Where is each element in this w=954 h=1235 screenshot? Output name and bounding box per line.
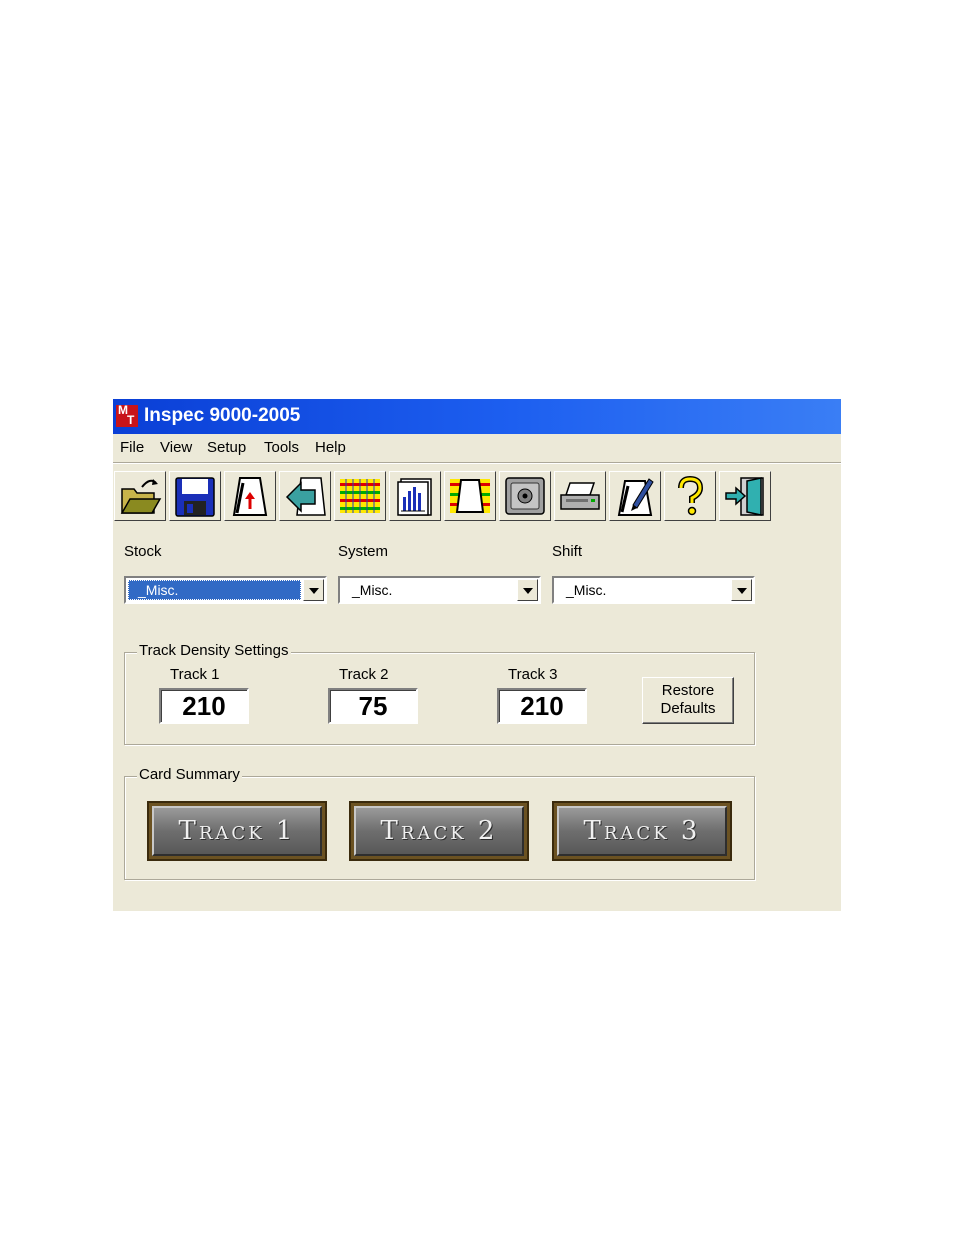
density-grid-button[interactable] (444, 471, 496, 521)
menu-help[interactable]: Help (315, 439, 346, 456)
track1-summary-label: Track 1 (152, 806, 322, 856)
safe-button[interactable] (499, 471, 551, 521)
defaults-label: Defaults (660, 700, 716, 717)
track1-summary-button[interactable]: Track 1 (147, 801, 327, 861)
track3-label: Track 3 (508, 666, 558, 683)
track-grid-icon (340, 479, 380, 513)
track2-density-field[interactable]: 75 (328, 688, 418, 724)
back-arrow-icon (285, 477, 326, 516)
edit-pen-icon (617, 478, 654, 516)
track-upload-icon (232, 477, 268, 516)
stock-dropdown[interactable]: _Misc. (124, 576, 327, 604)
print-button[interactable] (554, 471, 606, 521)
menu-tools[interactable]: Tools (264, 439, 299, 456)
track3-summary-label: Track 3 (557, 806, 727, 856)
system-dropdown[interactable]: _Misc. (338, 576, 541, 604)
shift-dropdown[interactable]: _Misc. (552, 576, 755, 604)
system-value: _Misc. (352, 582, 393, 598)
toolbar (113, 471, 773, 521)
menu-bar: File View Setup Tools Help (113, 434, 841, 462)
stock-label: Stock (124, 543, 162, 560)
menu-view[interactable]: View (160, 439, 192, 456)
back-button[interactable] (279, 471, 331, 521)
toolbar-separator (113, 462, 841, 464)
menu-setup[interactable]: Setup (207, 439, 246, 456)
track1-density-field[interactable]: 210 (159, 688, 249, 724)
app-window: MT Inspec 9000-2005 File View Setup Tool… (113, 399, 841, 911)
card-summary-legend: Card Summary (137, 766, 242, 783)
chevron-down-icon[interactable] (517, 579, 538, 601)
save-disk-icon (175, 477, 215, 517)
restore-label: Restore (661, 682, 715, 699)
title-bar: MT Inspec 9000-2005 (113, 399, 841, 434)
open-folder-icon (120, 479, 162, 514)
bar-chart-doc-icon (397, 478, 432, 516)
save-button[interactable] (169, 471, 221, 521)
chart-report-button[interactable] (389, 471, 441, 521)
exit-door-icon (725, 477, 764, 516)
track1-label: Track 1 (170, 666, 220, 683)
track2-summary-label: Track 2 (354, 806, 524, 856)
mt-logo-icon: MT (116, 404, 138, 427)
track-density-group: Track Density Settings Track 1 Track 2 T… (124, 642, 755, 745)
help-question-icon (678, 475, 704, 516)
shift-label: Shift (552, 543, 583, 560)
track-grid-button[interactable] (334, 471, 386, 521)
safe-icon (505, 477, 545, 515)
track-density-legend: Track Density Settings (137, 642, 291, 659)
track2-summary-button[interactable]: Track 2 (349, 801, 529, 861)
density-grid-icon (450, 479, 490, 513)
window-title: Inspec 9000-2005 (144, 405, 301, 426)
help-button[interactable] (664, 471, 716, 521)
edit-button[interactable] (609, 471, 661, 521)
track2-label: Track 2 (339, 666, 389, 683)
chevron-down-icon[interactable] (731, 579, 752, 601)
stock-value: _Misc. (128, 580, 301, 600)
track3-summary-button[interactable]: Track 3 (552, 801, 732, 861)
track-upload-button[interactable] (224, 471, 276, 521)
open-button[interactable] (114, 471, 166, 521)
printer-icon (560, 482, 600, 510)
system-label: System (338, 543, 389, 560)
exit-button[interactable] (719, 471, 771, 521)
chevron-down-icon[interactable] (303, 579, 324, 601)
menu-file[interactable]: File (120, 439, 144, 456)
restore-defaults-button[interactable]: Restore Defaults (642, 677, 734, 724)
track3-density-field[interactable]: 210 (497, 688, 587, 724)
shift-value: _Misc. (566, 582, 607, 598)
